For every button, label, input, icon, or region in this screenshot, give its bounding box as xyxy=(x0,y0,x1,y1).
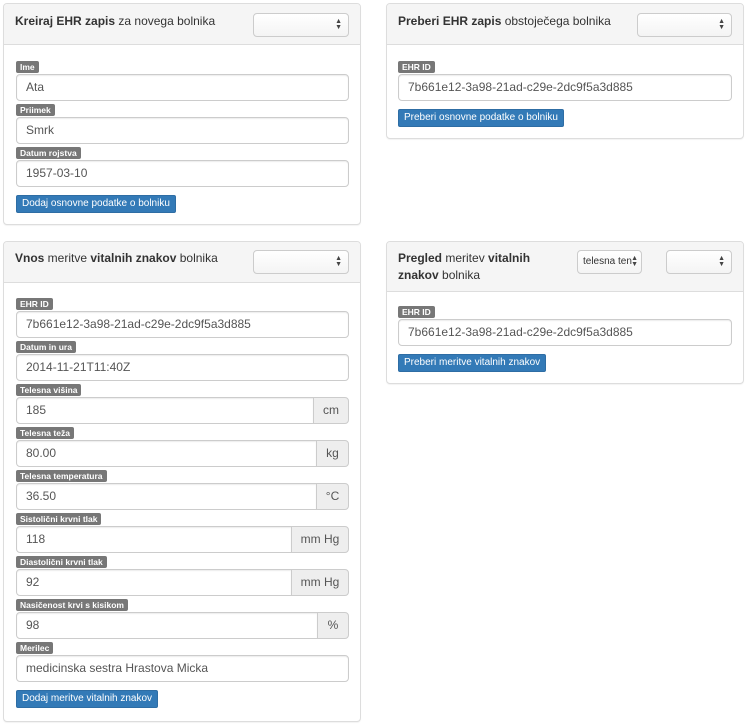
sistolicni-unit-addon: mm Hg xyxy=(291,526,349,553)
fetch-ehr-title-bold: Preberi EHR zapis xyxy=(398,14,502,28)
add-vitals-button[interactable]: Dodaj meritve vitalnih znakov xyxy=(16,690,159,708)
create-ehr-patient-select[interactable]: ▲ ▼ xyxy=(253,13,349,37)
fetch-ehr-panel: Preberi EHR zapis obstoječega bolnika ▲ ▼… xyxy=(386,3,744,139)
field-label-datum-ura: Datum in ura xyxy=(16,341,76,353)
field-label-ehr-id: EHR ID xyxy=(398,61,435,73)
review-title-bold-3: znakov xyxy=(398,268,439,282)
review-title-bold-1: Pregled xyxy=(398,251,443,265)
field-label-visina: Telesna višina xyxy=(16,384,82,396)
field-label-ehr-id: EHR ID xyxy=(398,306,435,318)
field-label-datum-rojstva: Datum rojstva xyxy=(16,147,81,159)
fetch-ehr-patient-select[interactable]: ▲ ▼ xyxy=(637,13,732,37)
field-label-ime: Ime xyxy=(16,61,39,73)
vitals-review-panel-title: Pregled meritev vitalnih znakov bolnika xyxy=(398,250,548,284)
vitals-entry-panel: Vnos meritve vitalnih znakov bolnika ▲ ▼ … xyxy=(3,241,361,722)
create-ehr-title-rest: za novega bolnika xyxy=(115,14,216,28)
fetch-patient-data-button[interactable]: Preberi osnovne podatke o bolniku xyxy=(398,109,564,127)
vitals-entry-panel-heading: Vnos meritve vitalnih znakov bolnika ▲ ▼ xyxy=(4,242,360,283)
diastolicni-unit-addon: mm Hg xyxy=(291,569,349,596)
select-arrows-icon: ▲ ▼ xyxy=(631,255,638,268)
vitals-review-panel: Pregled meritev vitalnih znakov bolnika t… xyxy=(386,241,744,384)
vitals-title-bold-2: vitalnih znakov xyxy=(90,251,177,265)
review-title-mid: meritev xyxy=(442,251,489,265)
field-label-diastolicni: Diastolični krvni tlak xyxy=(16,556,107,568)
review-title-bold-2: vitalnih xyxy=(488,251,531,265)
nasicenost-input[interactable]: 98 xyxy=(16,612,318,639)
nasicenost-unit-addon: % xyxy=(317,612,349,639)
vitals-entry-panel-title: Vnos meritve vitalnih znakov bolnika xyxy=(15,250,218,267)
vitals-type-select[interactable]: telesna ten ▲ ▼ xyxy=(577,250,642,274)
field-label-sistolicni: Sistolični krvni tlak xyxy=(16,513,102,525)
vitals-title-rest: bolnika xyxy=(176,251,218,265)
field-label-temperatura: Telesna temperatura xyxy=(16,470,107,482)
vitals-type-select-value: telesna ten xyxy=(583,256,632,267)
create-ehr-panel-title: Kreiraj EHR zapis za novega bolnika xyxy=(15,13,215,30)
create-ehr-panel: Kreiraj EHR zapis za novega bolnika ▲ ▼ I… xyxy=(3,3,361,225)
visina-input[interactable]: 185 xyxy=(16,397,314,424)
visina-unit-addon: cm xyxy=(313,397,349,424)
fetch-ehr-panel-title: Preberi EHR zapis obstoječega bolnika xyxy=(398,13,611,30)
add-patient-data-button[interactable]: Dodaj osnovne podatke o bolniku xyxy=(16,195,176,213)
teza-unit-addon: kg xyxy=(316,440,349,467)
ime-input[interactable]: Ata xyxy=(16,74,349,101)
teza-input[interactable]: 80.00 xyxy=(16,440,317,467)
review-ehr-id-input[interactable]: 7b661e12-3a98-21ad-c29e-2dc9f5a3d885 xyxy=(398,319,732,346)
sistolicni-input[interactable]: 118 xyxy=(16,526,292,553)
field-label-merilec: Merilec xyxy=(16,642,54,654)
vitals-review-panel-heading: Pregled meritev vitalnih znakov bolnika t… xyxy=(387,242,743,292)
create-ehr-panel-heading: Kreiraj EHR zapis za novega bolnika ▲ ▼ xyxy=(4,4,360,45)
fetch-ehr-title-rest: obstoječega bolnika xyxy=(501,14,611,28)
vitals-title-bold-1: Vnos xyxy=(15,251,45,265)
vitals-entry-select[interactable]: ▲ ▼ xyxy=(253,250,349,274)
select-arrows-icon: ▲ ▼ xyxy=(718,18,725,31)
vitals-review-patient-select[interactable]: ▲ ▼ xyxy=(666,250,732,274)
field-label-priimek: Priimek xyxy=(16,104,55,116)
merilec-input[interactable]: medicinska sestra Hrastova Micka xyxy=(16,655,349,682)
temperatura-input[interactable]: 36.50 xyxy=(16,483,317,510)
select-arrows-icon: ▲ ▼ xyxy=(335,18,342,31)
fetch-ehr-panel-heading: Preberi EHR zapis obstoječega bolnika ▲ ▼ xyxy=(387,4,743,45)
vitals-ehr-id-input[interactable]: 7b661e12-3a98-21ad-c29e-2dc9f5a3d885 xyxy=(16,311,349,338)
select-arrows-icon: ▲ ▼ xyxy=(335,255,342,268)
datum-ura-input[interactable]: 2014-11-21T11:40Z xyxy=(16,354,349,381)
diastolicni-input[interactable]: 92 xyxy=(16,569,292,596)
priimek-input[interactable]: Smrk xyxy=(16,117,349,144)
create-ehr-title-bold: Kreiraj EHR zapis xyxy=(15,14,116,28)
fetch-vitals-button[interactable]: Preberi meritve vitalnih znakov xyxy=(398,354,547,372)
vitals-title-mid: meritve xyxy=(44,251,91,265)
field-label-nasicenost: Nasičenost krvi s kisikom xyxy=(16,599,128,611)
field-label-ehr-id: EHR ID xyxy=(16,298,53,310)
field-label-teza: Telesna teža xyxy=(16,427,74,439)
datum-rojstva-input[interactable]: 1957-03-10 xyxy=(16,160,349,187)
select-arrows-icon: ▲ ▼ xyxy=(718,255,725,268)
fetch-ehr-id-input[interactable]: 7b661e12-3a98-21ad-c29e-2dc9f5a3d885 xyxy=(398,74,732,101)
temperatura-unit-addon: °C xyxy=(316,483,349,510)
review-title-rest: bolnika xyxy=(438,268,481,282)
